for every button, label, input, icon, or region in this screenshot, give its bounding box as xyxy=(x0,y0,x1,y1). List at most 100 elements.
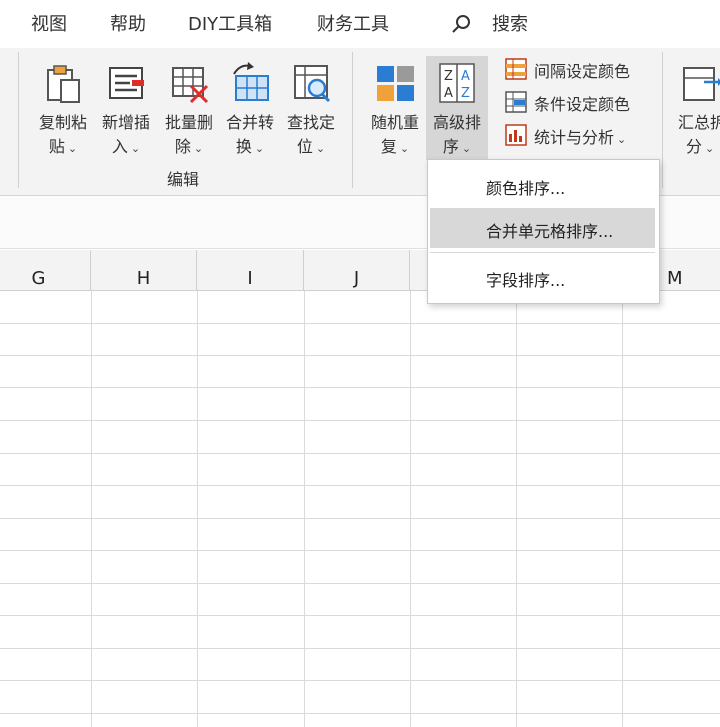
ribbon-separator xyxy=(662,52,663,188)
grid-row-line xyxy=(0,323,720,324)
merge-convert-label-2: 换 xyxy=(235,137,252,156)
find-locate-label-2-row: 位 ⌄ xyxy=(280,133,342,157)
copy-paste-label-2: 贴 xyxy=(48,137,65,156)
advanced-sort-button[interactable]: Z A A Z 高级排 序 ⌄ xyxy=(426,56,488,160)
clipboard-icon xyxy=(47,65,80,103)
chevron-down-icon: ⌄ xyxy=(254,142,265,155)
insert-label-1: 新增插 xyxy=(101,113,150,132)
column-header-j[interactable]: J xyxy=(304,250,410,290)
insert-button[interactable]: 新增插 入 ⌄ xyxy=(95,56,157,160)
find-locate-button[interactable]: 查找定 位 ⌄ xyxy=(280,56,342,160)
chevron-down-icon: ⌄ xyxy=(193,142,204,155)
menu-separator xyxy=(430,252,655,253)
cell-grid[interactable] xyxy=(0,291,720,727)
grid-row-line xyxy=(0,615,720,616)
grid-row-line xyxy=(0,518,720,519)
grid-row-line xyxy=(0,680,720,681)
grid-column-line xyxy=(304,291,305,727)
sort-az-icon: Z A A Z xyxy=(439,63,475,103)
chevron-down-icon: ⌄ xyxy=(315,142,326,155)
insert-rows-icon xyxy=(109,67,144,99)
random-repeat-label-1: 随机重 xyxy=(370,113,419,132)
search-icon[interactable] xyxy=(450,12,474,36)
merge-convert-icon xyxy=(233,62,269,101)
menu-item-merged-cell-sort[interactable]: 合并单元格排序... xyxy=(430,208,655,248)
find-locate-icon xyxy=(294,65,331,103)
grid-row-line xyxy=(0,453,720,454)
grid-row-line xyxy=(0,648,720,649)
statistics-icon xyxy=(505,124,527,146)
summary-split-label-2-row: 分 ⌄ xyxy=(686,133,720,157)
chevron-down-icon: ⌄ xyxy=(399,142,410,155)
advanced-sort-label-2: 序 xyxy=(442,137,459,156)
random-grid-icon xyxy=(377,66,414,101)
batch-delete-label-2-row: 除 ⌄ xyxy=(158,133,220,157)
merge-convert-button[interactable]: 合并转 换 ⌄ xyxy=(219,56,281,160)
grid-row-line xyxy=(0,583,720,584)
column-header-g[interactable]: G xyxy=(0,250,91,290)
copy-paste-button[interactable]: 复制粘 贴 ⌄ xyxy=(32,56,94,160)
chevron-down-icon: ⌄ xyxy=(67,142,78,155)
grid-column-line xyxy=(622,291,623,727)
summary-split-icon xyxy=(683,67,720,101)
search-label[interactable]: 搜索 xyxy=(492,10,528,36)
column-header-i[interactable]: I xyxy=(197,250,304,290)
find-locate-label-1: 查找定 xyxy=(286,113,335,132)
grid-column-line xyxy=(197,291,198,727)
menu-item-color-sort-label: 颜色排序... xyxy=(486,179,566,198)
grid-row-line xyxy=(0,420,720,421)
advanced-sort-dropdown-menu: 颜色排序... 合并单元格排序... 字段排序... xyxy=(427,159,660,304)
copy-paste-label-2-row: 贴 ⌄ xyxy=(32,133,94,157)
advanced-sort-label-1: 高级排 xyxy=(432,113,481,132)
menu-item-field-sort[interactable]: 字段排序... xyxy=(430,257,655,297)
tab-finance-tools[interactable]: 财务工具 xyxy=(317,10,389,36)
menu-item-field-sort-label: 字段排序... xyxy=(486,271,566,290)
grid-column-line xyxy=(91,291,92,727)
grid-column-line xyxy=(410,291,411,727)
group-label-edit: 编辑 xyxy=(167,170,200,189)
sort-letter-top-right: A xyxy=(461,69,470,84)
menu-item-merged-cell-sort-label: 合并单元格排序... xyxy=(486,222,614,241)
grid-row-line xyxy=(0,550,720,551)
insert-label-2: 入 xyxy=(111,137,128,156)
chevron-down-icon: ⌄ xyxy=(617,133,627,146)
batch-delete-button[interactable]: 批量删 除 ⌄ xyxy=(158,56,220,160)
merge-convert-label-1: 合并转 xyxy=(225,113,274,132)
interval-color-label: 间隔设定颜色 xyxy=(534,62,631,81)
chevron-down-icon: ⌄ xyxy=(705,142,715,155)
grid-column-line xyxy=(516,291,517,727)
sort-letter-bottom-left: A xyxy=(444,86,453,101)
summary-split-button[interactable]: 汇总拆 分 ⌄ xyxy=(672,56,720,160)
summary-split-label-2: 分 xyxy=(686,137,703,156)
tab-diy-toolbox[interactable]: DIY工具箱 xyxy=(188,10,272,36)
tab-view[interactable]: 视图 xyxy=(31,10,67,36)
menu-item-color-sort[interactable]: 颜色排序... xyxy=(430,165,655,205)
interval-color-icon xyxy=(505,58,527,80)
batch-delete-label-1: 批量删 xyxy=(164,113,213,132)
conditional-color-label: 条件设定颜色 xyxy=(534,95,631,114)
summary-split-label-1: 汇总拆 xyxy=(678,113,720,132)
random-repeat-button[interactable]: 随机重 复 ⌄ xyxy=(364,56,426,160)
ribbon-tab-bar: 视图 帮助 DIY工具箱 财务工具 搜索 xyxy=(0,0,720,48)
batch-delete-label-2: 除 xyxy=(174,137,191,156)
insert-label-2-row: 入 ⌄ xyxy=(95,133,157,157)
tab-help[interactable]: 帮助 xyxy=(110,10,146,36)
grid-row-line xyxy=(0,355,720,356)
grid-row-line xyxy=(0,387,720,388)
copy-paste-label-1: 复制粘 xyxy=(38,113,87,132)
grid-row-line xyxy=(0,713,720,714)
advanced-sort-label-2-row: 序 ⌄ xyxy=(426,133,488,157)
delete-table-icon xyxy=(172,67,209,104)
chevron-down-icon: ⌄ xyxy=(461,142,472,155)
ribbon-separator xyxy=(352,52,353,188)
column-header-h[interactable]: H xyxy=(91,250,197,290)
conditional-color-icon xyxy=(505,91,527,113)
sort-letter-top-left: Z xyxy=(444,69,453,84)
merge-convert-label-2-row: 换 ⌄ xyxy=(219,133,281,157)
statistics-analysis-label: 统计与分析 xyxy=(534,128,615,147)
find-locate-label-2: 位 xyxy=(296,137,313,156)
grid-row-line xyxy=(0,485,720,486)
random-repeat-label-2-row: 复 ⌄ xyxy=(364,133,426,157)
statistics-analysis-label-row: 统计与分析 ⌄ xyxy=(534,124,626,148)
random-repeat-label-2: 复 xyxy=(380,137,397,156)
